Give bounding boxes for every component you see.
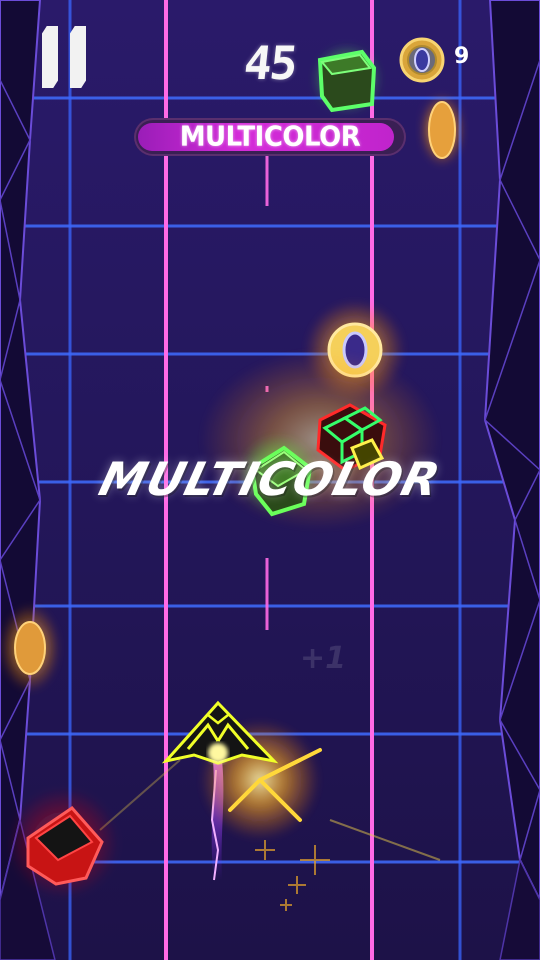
red-cube (8, 788, 118, 898)
green-cube (312, 44, 382, 114)
pause-button[interactable] (40, 26, 90, 90)
coin-icon (399, 37, 445, 83)
plus-one-fx: +1 (300, 641, 346, 676)
mode-banner: MULTICOLOR (134, 118, 406, 156)
pause-icon-bar (70, 26, 86, 88)
game-screen: +1 45 9 MULTICOLOR MULTICOLOR (0, 0, 540, 960)
right-wall (483, 0, 540, 960)
gold-gem-left (0, 604, 60, 692)
powerup-popup-text: MULTICOLOR (94, 452, 446, 506)
mode-banner-label: MULTICOLOR (179, 121, 361, 153)
gold-gem (420, 94, 464, 166)
score-counter: 45 (241, 36, 299, 90)
sparks (99, 720, 441, 911)
coin-count: 9 (454, 44, 470, 69)
pause-icon (42, 26, 58, 88)
